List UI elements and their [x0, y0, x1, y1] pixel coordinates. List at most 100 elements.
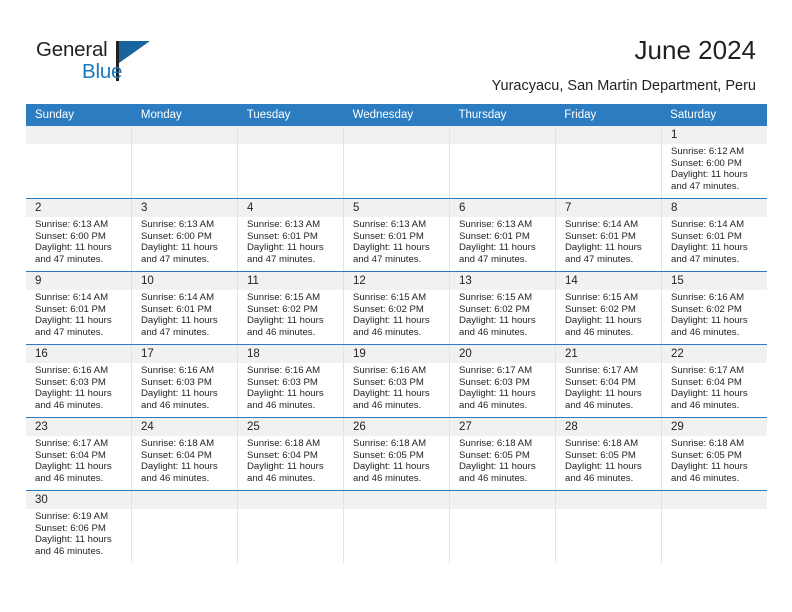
- calendar-day-cell[interactable]: 6 Sunrise: 6:13 AM Sunset: 6:01 PM Daylight…: [450, 199, 556, 271]
- calendar-day-cell[interactable]: 24 Sunrise: 6:18 AM Sunset: 6:04 PM Dayligh…: [132, 418, 238, 490]
- calendar-day-cell[interactable]: 2 Sunrise: 6:13 AM Sunset: 6:00 PM Daylight…: [26, 199, 132, 271]
- day-detail-line: Sunrise: 6:18 AM: [565, 438, 639, 449]
- calendar-day-cell[interactable]: 30 Sunrise: 6:19 AM Sunset: 6:06 PM Dayligh…: [26, 491, 132, 563]
- day-number-band: 22: [662, 345, 767, 363]
- day-detail-line: Daylight: 11 hours: [671, 315, 748, 327]
- day-detail-line: and 46 minutes.: [353, 326, 422, 338]
- day-detail-line: and 46 minutes.: [247, 399, 316, 411]
- day-detail-line: Daylight: 11 hours: [565, 461, 642, 473]
- day-number-band: 10: [132, 272, 237, 290]
- day-details: Sunrise: 6:17 AM Sunset: 6:04 PM Daylight:…: [556, 363, 661, 411]
- day-details: Sunrise: 6:15 AM Sunset: 6:02 PM Daylight:…: [450, 290, 555, 338]
- calendar-day-cell[interactable]: 11 Sunrise: 6:15 AM Sunset: 6:02 PM Dayligh…: [238, 272, 344, 344]
- calendar-day-cell[interactable]: 18 Sunrise: 6:16 AM Sunset: 6:03 PM Dayligh…: [238, 345, 344, 417]
- day-detail-line: Sunset: 6:02 PM: [671, 303, 742, 315]
- calendar-day-cell-empty: [26, 126, 132, 198]
- calendar-grid: Sunday Monday Tuesday Wednesday Thursday Frid…: [26, 104, 767, 563]
- calendar-day-cell[interactable]: 23 Sunrise: 6:17 AM Sunset: 6:04 PM Dayligh…: [26, 418, 132, 490]
- day-detail-line: and 47 minutes.: [35, 326, 104, 338]
- day-detail-line: Sunset: 6:03 PM: [459, 376, 530, 388]
- day-detail-line: Daylight: 11 hours: [35, 461, 112, 473]
- general-blue-logo[interactable]: General Blue: [36, 38, 166, 88]
- day-number-band: 30: [26, 491, 131, 509]
- calendar-day-cell[interactable]: 15 Sunrise: 6:16 AM Sunset: 6:02 PM Dayligh…: [662, 272, 767, 344]
- calendar-day-cell[interactable]: 21 Sunrise: 6:17 AM Sunset: 6:04 PM Dayligh…: [556, 345, 662, 417]
- calendar-day-cell[interactable]: 14 Sunrise: 6:15 AM Sunset: 6:02 PM Dayligh…: [556, 272, 662, 344]
- calendar-day-cell[interactable]: 26 Sunrise: 6:18 AM Sunset: 6:05 PM Dayligh…: [344, 418, 450, 490]
- day-detail-line: Sunset: 6:05 PM: [671, 449, 742, 461]
- calendar-day-cell[interactable]: 27 Sunrise: 6:18 AM Sunset: 6:05 PM Dayligh…: [450, 418, 556, 490]
- day-number: 20: [459, 348, 472, 360]
- day-number: 26: [353, 421, 366, 433]
- day-detail-line: Sunset: 6:00 PM: [141, 230, 212, 242]
- day-number-band: [238, 491, 343, 509]
- day-detail-line: Daylight: 11 hours: [353, 315, 430, 327]
- day-detail-line: and 47 minutes.: [459, 253, 528, 265]
- day-number: 5: [353, 202, 360, 214]
- calendar-day-cell[interactable]: 20 Sunrise: 6:17 AM Sunset: 6:03 PM Dayligh…: [450, 345, 556, 417]
- calendar-day-cell-empty: [344, 491, 450, 563]
- day-number-band: 17: [132, 345, 237, 363]
- calendar-day-cell[interactable]: 28 Sunrise: 6:18 AM Sunset: 6:05 PM Dayligh…: [556, 418, 662, 490]
- day-number: 18: [247, 348, 260, 360]
- day-detail-line: Sunset: 6:01 PM: [247, 230, 318, 242]
- calendar-day-cell[interactable]: 29 Sunrise: 6:18 AM Sunset: 6:05 PM Dayligh…: [662, 418, 767, 490]
- calendar-day-cell[interactable]: 19 Sunrise: 6:16 AM Sunset: 6:03 PM Dayligh…: [344, 345, 450, 417]
- calendar-day-cell[interactable]: 13 Sunrise: 6:15 AM Sunset: 6:02 PM Dayligh…: [450, 272, 556, 344]
- calendar-day-cell[interactable]: 5 Sunrise: 6:13 AM Sunset: 6:01 PM Daylight…: [344, 199, 450, 271]
- calendar-day-cell[interactable]: 8 Sunrise: 6:14 AM Sunset: 6:01 PM Daylight…: [662, 199, 767, 271]
- calendar-day-cell-empty: [238, 491, 344, 563]
- day-detail-line: Daylight: 11 hours: [565, 315, 642, 327]
- day-detail-line: Sunset: 6:04 PM: [565, 376, 636, 388]
- calendar-day-cell[interactable]: 17 Sunrise: 6:16 AM Sunset: 6:03 PM Dayligh…: [132, 345, 238, 417]
- day-details: [238, 509, 343, 511]
- day-number: 24: [141, 421, 154, 433]
- day-detail-line: and 47 minutes.: [353, 253, 422, 265]
- day-details: Sunrise: 6:16 AM Sunset: 6:03 PM Daylight:…: [238, 363, 343, 411]
- calendar-day-cell-empty: [132, 491, 238, 563]
- calendar-day-cell-empty: [662, 491, 767, 563]
- day-detail-line: Sunrise: 6:14 AM: [35, 292, 109, 303]
- day-details: Sunrise: 6:18 AM Sunset: 6:04 PM Daylight:…: [238, 436, 343, 484]
- day-details: Sunrise: 6:18 AM Sunset: 6:05 PM Daylight:…: [344, 436, 449, 484]
- day-detail-line: Daylight: 11 hours: [459, 242, 536, 254]
- day-detail-line: Sunrise: 6:17 AM: [565, 365, 639, 376]
- day-detail-line: Sunset: 6:03 PM: [247, 376, 318, 388]
- day-detail-line: Daylight: 11 hours: [247, 242, 324, 254]
- day-detail-line: Sunrise: 6:16 AM: [671, 292, 745, 303]
- day-number-band: 29: [662, 418, 767, 436]
- calendar-day-cell[interactable]: 12 Sunrise: 6:15 AM Sunset: 6:02 PM Dayligh…: [344, 272, 450, 344]
- day-detail-line: Sunrise: 6:17 AM: [35, 438, 109, 449]
- logo-flag-icon: [119, 41, 150, 63]
- calendar-day-cell[interactable]: 7 Sunrise: 6:14 AM Sunset: 6:01 PM Daylight…: [556, 199, 662, 271]
- logo-text-blue: Blue: [82, 60, 123, 83]
- day-detail-line: and 46 minutes.: [459, 472, 528, 484]
- day-details: Sunrise: 6:13 AM Sunset: 6:00 PM Daylight:…: [26, 217, 131, 265]
- day-number: 11: [247, 275, 259, 287]
- calendar-day-cell[interactable]: 1 Sunrise: 6:12 AM Sunset: 6:00 PM Daylight…: [662, 126, 767, 198]
- day-detail-line: Sunrise: 6:15 AM: [565, 292, 639, 303]
- calendar-day-cell[interactable]: 16 Sunrise: 6:16 AM Sunset: 6:03 PM Dayligh…: [26, 345, 132, 417]
- calendar-day-cell[interactable]: 25 Sunrise: 6:18 AM Sunset: 6:04 PM Dayligh…: [238, 418, 344, 490]
- day-number-band: 25: [238, 418, 343, 436]
- day-number-band: [132, 126, 237, 144]
- calendar-day-cell[interactable]: 22 Sunrise: 6:17 AM Sunset: 6:04 PM Dayligh…: [662, 345, 767, 417]
- day-detail-line: Sunset: 6:00 PM: [671, 157, 742, 169]
- day-detail-line: Sunset: 6:02 PM: [353, 303, 424, 315]
- day-detail-line: and 46 minutes.: [35, 399, 104, 411]
- calendar-day-cell[interactable]: 4 Sunrise: 6:13 AM Sunset: 6:01 PM Daylight…: [238, 199, 344, 271]
- calendar-day-cell[interactable]: 3 Sunrise: 6:13 AM Sunset: 6:00 PM Daylight…: [132, 199, 238, 271]
- day-detail-line: Sunset: 6:03 PM: [35, 376, 106, 388]
- calendar-day-cell[interactable]: 9 Sunrise: 6:14 AM Sunset: 6:01 PM Daylight…: [26, 272, 132, 344]
- day-detail-line: Sunset: 6:02 PM: [459, 303, 530, 315]
- day-detail-line: Sunset: 6:03 PM: [141, 376, 212, 388]
- day-detail-line: Sunset: 6:01 PM: [671, 230, 742, 242]
- day-number: 8: [671, 202, 678, 214]
- calendar-day-cell[interactable]: 10 Sunrise: 6:14 AM Sunset: 6:01 PM Dayligh…: [132, 272, 238, 344]
- day-detail-line: Sunset: 6:01 PM: [141, 303, 212, 315]
- day-number: 16: [35, 348, 48, 360]
- day-number-band: [450, 126, 555, 144]
- day-detail-line: and 47 minutes.: [671, 180, 740, 192]
- day-number: 21: [565, 348, 578, 360]
- day-detail-line: and 46 minutes.: [565, 326, 634, 338]
